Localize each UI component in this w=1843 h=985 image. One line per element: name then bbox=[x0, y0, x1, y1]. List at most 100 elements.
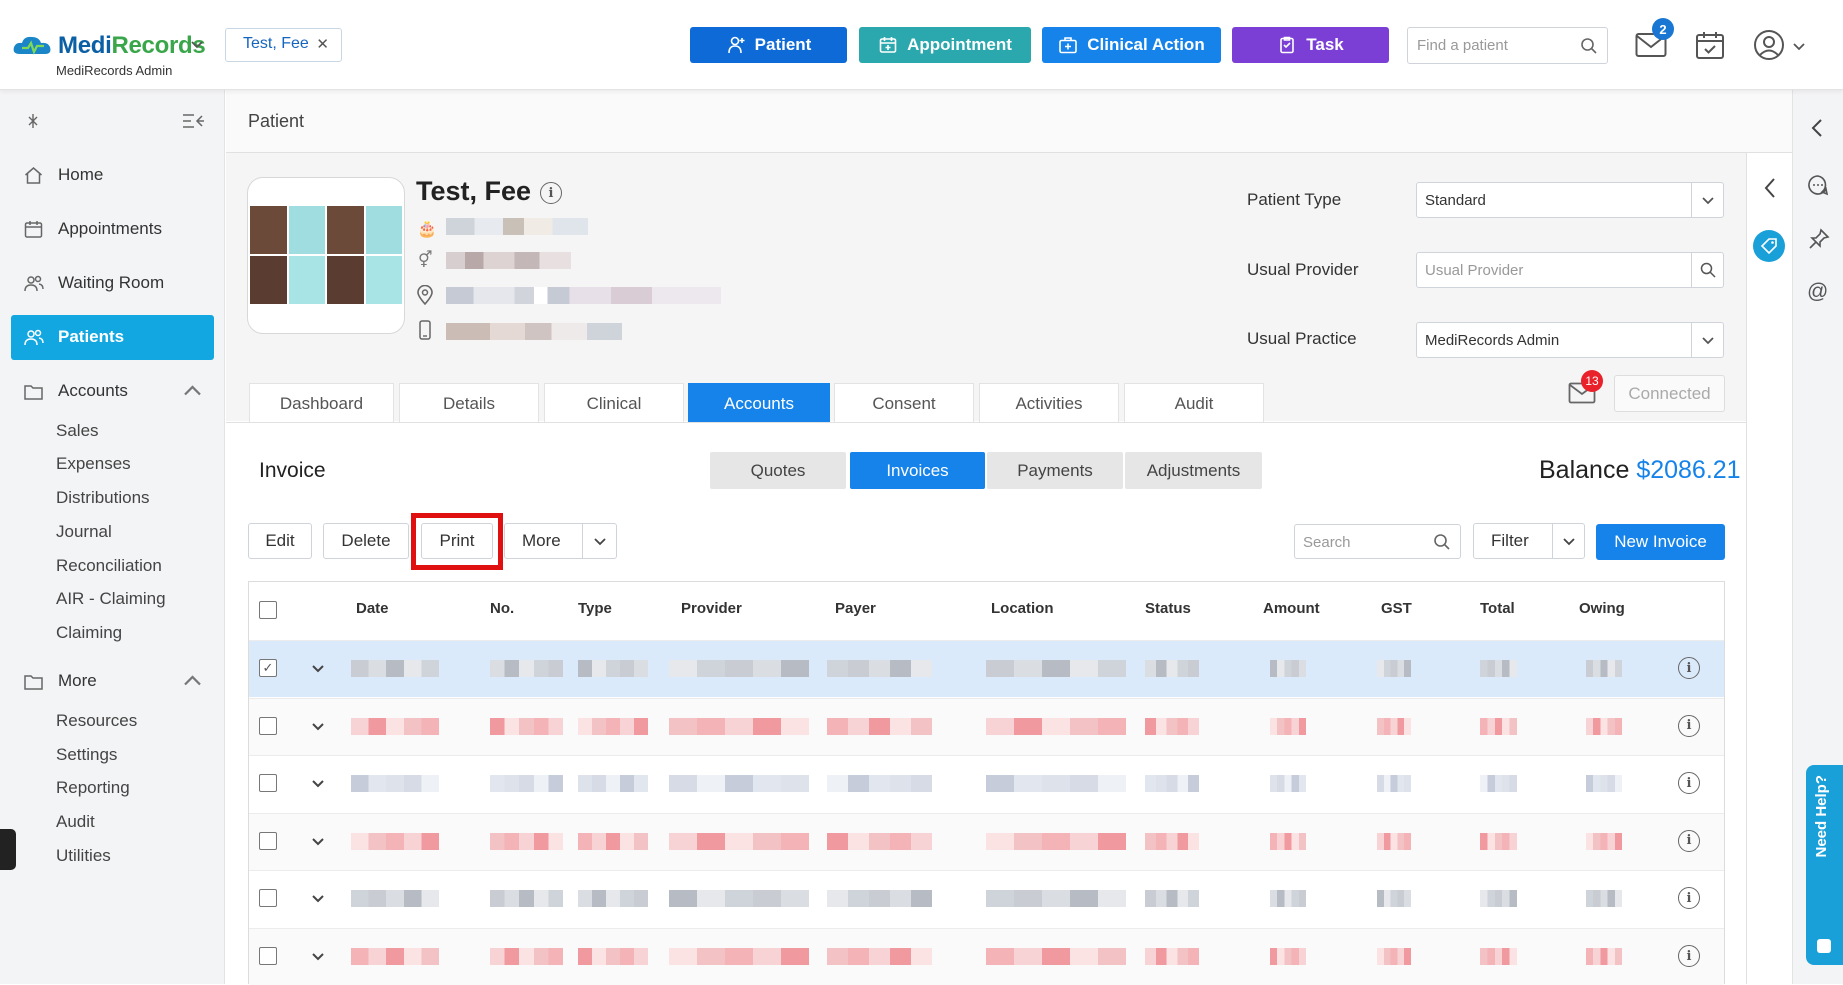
tag-icon[interactable] bbox=[1753, 230, 1785, 262]
row-checkbox[interactable] bbox=[259, 889, 277, 908]
row-checkbox[interactable] bbox=[259, 774, 277, 793]
row-expand-chevron-icon[interactable] bbox=[311, 949, 325, 968]
user-avatar-icon[interactable] bbox=[1753, 29, 1785, 66]
sidebar-subitem-journal[interactable]: Journal bbox=[56, 522, 112, 542]
chevron-down-icon[interactable] bbox=[1562, 534, 1576, 548]
tab-activities[interactable]: Activities bbox=[979, 383, 1119, 423]
tab-dashboard[interactable]: Dashboard bbox=[249, 383, 394, 423]
tab-details[interactable]: Details bbox=[399, 383, 539, 423]
search-icon[interactable] bbox=[1580, 37, 1598, 55]
user-menu-chevron-icon[interactable] bbox=[1791, 38, 1807, 59]
column-header-total[interactable]: Total bbox=[1480, 600, 1515, 617]
sidebar-subitem-claiming[interactable]: Claiming bbox=[56, 623, 122, 643]
tab-consent[interactable]: Consent bbox=[834, 383, 974, 423]
panel-collapse-icon[interactable] bbox=[1763, 177, 1777, 204]
row-expand-chevron-icon[interactable] bbox=[311, 661, 325, 680]
new-patient-button[interactable]: Patient bbox=[690, 27, 847, 63]
row-info-icon[interactable]: i bbox=[1678, 945, 1700, 967]
row-checkbox[interactable]: ✓ bbox=[259, 659, 277, 677]
row-expand-chevron-icon[interactable] bbox=[311, 834, 325, 853]
filter-button[interactable]: Filter bbox=[1473, 523, 1585, 559]
sidebar-item-accounts[interactable]: Accounts bbox=[23, 374, 203, 408]
new-appointment-button[interactable]: Appointment bbox=[859, 27, 1031, 63]
sidebar-subitem-distributions[interactable]: Distributions bbox=[56, 488, 150, 508]
redacted-cell bbox=[490, 948, 563, 965]
row-info-icon[interactable]: i bbox=[1678, 714, 1700, 737]
connected-button[interactable]: Connected bbox=[1614, 375, 1725, 412]
calendar-check-icon[interactable] bbox=[1695, 30, 1725, 65]
side-widget-tab[interactable] bbox=[0, 829, 16, 870]
sidebar-subitem-utilities[interactable]: Utilities bbox=[56, 846, 111, 866]
invoice-search-input[interactable]: Search bbox=[1294, 524, 1461, 559]
column-header-location[interactable]: Location bbox=[991, 600, 1054, 617]
column-header-status[interactable]: Status bbox=[1145, 600, 1191, 617]
sidebar-subitem-expenses[interactable]: Expenses bbox=[56, 454, 131, 474]
sidebar-subitem-audit[interactable]: Audit bbox=[56, 812, 95, 832]
new-task-button[interactable]: Task bbox=[1232, 27, 1389, 63]
edit-button[interactable]: Edit bbox=[248, 523, 312, 559]
row-expand-chevron-icon[interactable] bbox=[311, 719, 325, 738]
column-header-payer[interactable]: Payer bbox=[835, 600, 876, 617]
sidebar-subitem-settings[interactable]: Settings bbox=[56, 745, 117, 765]
column-header-number[interactable]: No. bbox=[490, 600, 514, 617]
collapse-sidebar-icon[interactable] bbox=[182, 113, 204, 134]
chevron-up-icon[interactable] bbox=[182, 381, 203, 402]
segment-invoices[interactable]: Invoices bbox=[850, 452, 985, 489]
row-expand-chevron-icon[interactable] bbox=[311, 891, 325, 910]
sidebar-item-more[interactable]: More bbox=[23, 664, 203, 698]
sidebar-subitem-reporting[interactable]: Reporting bbox=[56, 778, 130, 798]
column-header-owing[interactable]: Owing bbox=[1579, 600, 1625, 617]
usual-provider-input[interactable]: Usual Provider bbox=[1416, 252, 1724, 288]
open-patient-tab[interactable]: Test, Fee ✕ bbox=[225, 28, 342, 62]
clinical-action-button[interactable]: Clinical Action bbox=[1042, 27, 1221, 63]
patient-type-select[interactable]: Standard bbox=[1416, 182, 1724, 218]
find-patient-input[interactable]: Find a patient bbox=[1407, 27, 1608, 64]
more-button[interactable]: More bbox=[504, 523, 617, 559]
column-header-date[interactable]: Date bbox=[356, 600, 389, 617]
need-help-button[interactable]: Need Help? bbox=[1806, 765, 1843, 965]
segment-payments[interactable]: Payments bbox=[987, 452, 1123, 489]
search-icon[interactable] bbox=[1433, 533, 1451, 551]
sidebar-subitem-reconciliation[interactable]: Reconciliation bbox=[56, 556, 162, 576]
usual-practice-select[interactable]: MediRecords Admin bbox=[1416, 322, 1724, 358]
tab-accounts[interactable]: Accounts bbox=[688, 383, 830, 423]
logo-chevron-down-icon[interactable] bbox=[189, 36, 205, 57]
patient-info-icon[interactable]: i bbox=[540, 182, 562, 204]
close-icon[interactable]: ✕ bbox=[316, 35, 329, 53]
at-mention-icon[interactable]: @ bbox=[1807, 280, 1828, 304]
row-checkbox[interactable] bbox=[259, 831, 277, 850]
pin-sidebar-icon[interactable] bbox=[25, 113, 41, 134]
delete-button[interactable]: Delete bbox=[323, 523, 409, 559]
column-header-type[interactable]: Type bbox=[578, 600, 612, 617]
sidebar-item-patients[interactable]: Patients bbox=[23, 320, 124, 354]
row-checkbox[interactable] bbox=[259, 716, 277, 735]
select-all-checkbox[interactable] bbox=[259, 601, 277, 619]
sidebar-item-waiting-room[interactable]: Waiting Room bbox=[23, 266, 164, 300]
new-invoice-button[interactable]: New Invoice bbox=[1596, 524, 1725, 560]
sidebar-subitem-air-claiming[interactable]: AIR - Claiming bbox=[56, 589, 166, 609]
sidebar-subitem-resources[interactable]: Resources bbox=[56, 711, 137, 731]
segment-adjustments[interactable]: Adjustments bbox=[1125, 452, 1262, 489]
chevron-up-icon[interactable] bbox=[182, 671, 203, 692]
column-header-provider[interactable]: Provider bbox=[681, 600, 742, 617]
tab-audit[interactable]: Audit bbox=[1124, 383, 1264, 423]
row-expand-chevron-icon[interactable] bbox=[311, 776, 325, 795]
sidebar-subitem-sales[interactable]: Sales bbox=[56, 421, 99, 441]
sidebar-item-home[interactable]: Home bbox=[23, 158, 103, 192]
app-logo-text[interactable]: MediRecords bbox=[58, 32, 206, 60]
row-info-icon[interactable]: i bbox=[1678, 657, 1700, 679]
chat-icon[interactable] bbox=[1807, 174, 1829, 201]
column-header-gst[interactable]: GST bbox=[1381, 600, 1412, 617]
row-info-icon[interactable]: i bbox=[1678, 829, 1700, 852]
rail-collapse-icon[interactable] bbox=[1810, 118, 1824, 143]
column-header-amount[interactable]: Amount bbox=[1263, 600, 1320, 617]
sidebar-item-appointments[interactable]: Appointments bbox=[23, 212, 162, 246]
chevron-down-icon[interactable] bbox=[593, 534, 607, 548]
segment-quotes[interactable]: Quotes bbox=[710, 452, 846, 489]
tab-clinical[interactable]: Clinical bbox=[544, 383, 684, 423]
row-checkbox[interactable] bbox=[259, 947, 277, 965]
pin-icon[interactable] bbox=[1808, 228, 1830, 255]
print-button[interactable]: Print bbox=[421, 523, 493, 559]
patient-photo[interactable] bbox=[247, 177, 405, 334]
search-icon[interactable] bbox=[1700, 262, 1716, 278]
